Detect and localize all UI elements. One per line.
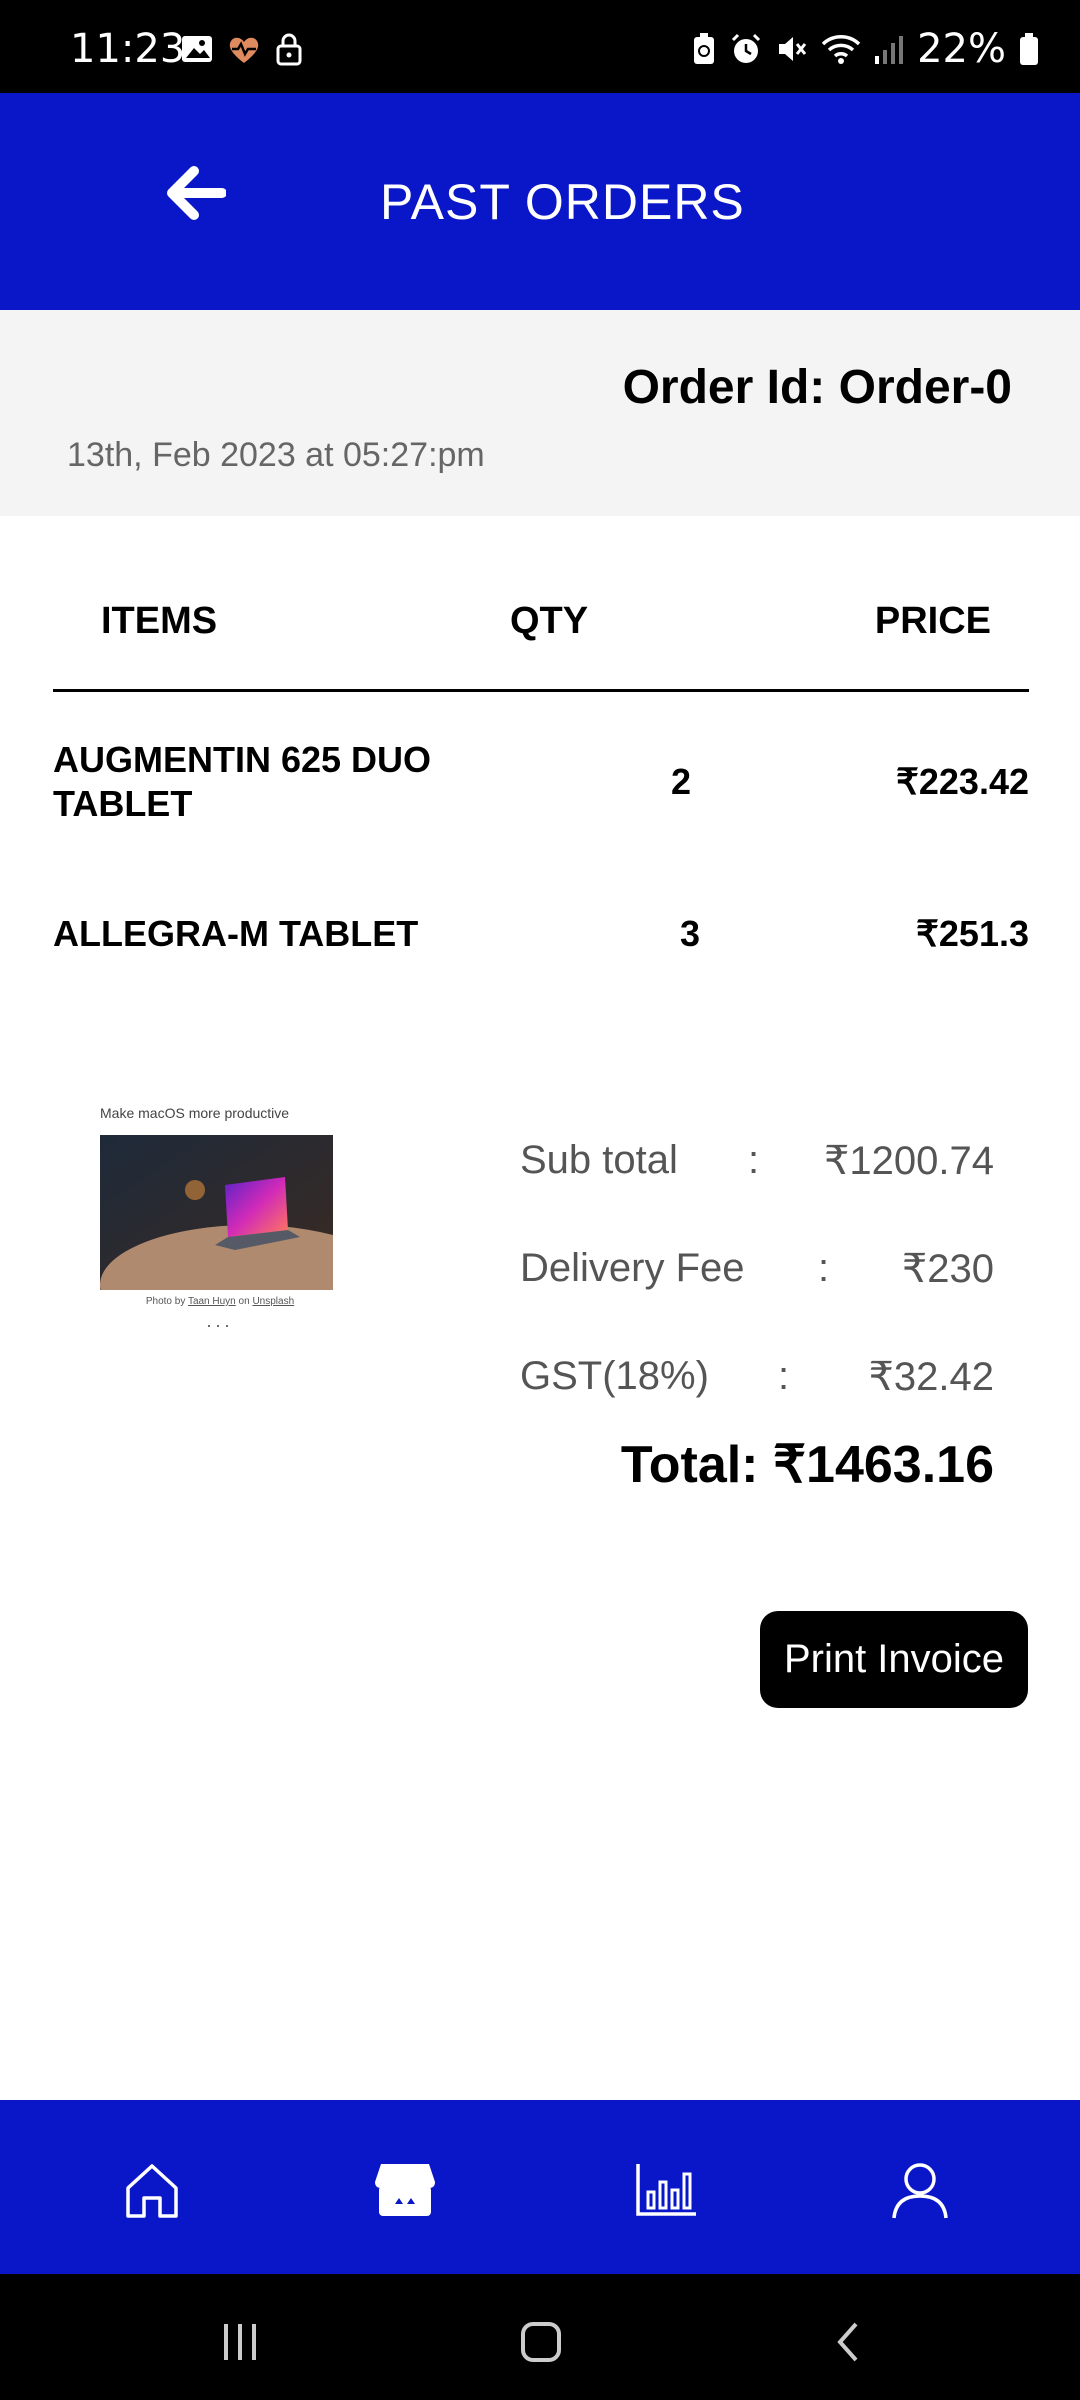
nav-home[interactable] (117, 2155, 187, 2225)
subtotal-colon: : (748, 1138, 760, 1182)
home-icon (126, 2164, 178, 2218)
ad-photo (100, 1135, 333, 1290)
ad-caption-author-link[interactable]: Taan Huyn (188, 1296, 236, 1307)
back-button[interactable] (155, 153, 235, 233)
nav-store[interactable] (370, 2155, 440, 2225)
wifi-icon (821, 35, 861, 64)
profile-icon (892, 2163, 948, 2219)
heart-rate-icon (229, 37, 259, 63)
order-header: Order Id: Order-0 13th, Feb 2023 at 05:2… (0, 310, 1080, 516)
system-nav-bar (0, 2274, 1080, 2400)
ad-title: Make macOS more productive (100, 1105, 290, 1121)
app-bar: PAST ORDERS (0, 93, 1080, 310)
order-id: Order Id: Order-0 (622, 361, 1012, 414)
battery-percent: 22% (917, 26, 1006, 72)
home-system-icon (521, 2322, 561, 2362)
battery-icon (1020, 33, 1038, 65)
ad-caption: Photo by Taan Huyn on Unsplash (100, 1296, 340, 1307)
page-title: PAST ORDERS (380, 174, 745, 230)
column-header-qty: QTY (510, 600, 589, 642)
recent-apps-icon (224, 2324, 256, 2360)
item-name-line: AUGMENTIN 625 DUO (53, 739, 432, 780)
status-right-icons: 22% (691, 26, 1040, 72)
delivery-fee-colon: : (818, 1246, 830, 1290)
ad-caption-site-link[interactable]: Unsplash (252, 1296, 294, 1307)
nav-profile[interactable] (885, 2155, 955, 2225)
order-date: 13th, Feb 2023 at 05:27:pm (67, 436, 485, 474)
nav-analytics[interactable] (632, 2155, 702, 2225)
gst-colon: : (778, 1354, 790, 1398)
image-icon (182, 36, 212, 62)
status-bar: 11:23 22% (0, 0, 1080, 93)
home-system-button[interactable] (511, 2312, 571, 2372)
delivery-fee-value: ₹230 (901, 1247, 994, 1291)
ad-caption-on: on (238, 1296, 250, 1307)
item-qty: 2 (670, 761, 692, 802)
status-left-icons (180, 32, 304, 66)
back-system-button[interactable] (818, 2312, 878, 2372)
subtotal-value: ₹1200.74 (823, 1139, 994, 1183)
signal-icon (875, 36, 904, 64)
lock-icon (276, 33, 302, 66)
column-header-price: PRICE (874, 600, 991, 642)
item-name: ALLEGRA-M TABLET (53, 912, 473, 956)
item-price: ₹223.42 (895, 761, 1029, 802)
bottom-nav (0, 2100, 1080, 2274)
ad-more-dots[interactable]: ... (100, 1311, 340, 1332)
status-time: 11:23 (70, 26, 186, 72)
ad-banner[interactable]: Make macOS more productive Photo by Taan… (100, 1105, 340, 1365)
chart-icon (636, 2164, 696, 2216)
item-name-line: TABLET (53, 783, 193, 824)
item-name-line: ALLEGRA-M TABLET (53, 913, 419, 954)
item-name: AUGMENTIN 625 DUO TABLET (53, 738, 473, 826)
table-header: ITEMS QTY PRICE (53, 580, 1029, 692)
column-header-items: ITEMS (101, 600, 218, 642)
mute-icon (779, 37, 807, 61)
table-row: AUGMENTIN 625 DUO TABLET 2 ₹223.42 (53, 738, 1029, 828)
store-icon (375, 2164, 435, 2216)
subtotal-label: Sub total (520, 1138, 678, 1182)
print-invoice-button[interactable]: Print Invoice (760, 1611, 1028, 1708)
battery-saver-icon (694, 33, 715, 64)
alarm-icon (732, 33, 761, 63)
order-total: Total: ₹1463.16 (620, 1436, 994, 1494)
recent-apps-button[interactable] (210, 2312, 270, 2372)
item-price: ₹251.3 (916, 913, 1029, 954)
laptop-photo-image (100, 1135, 333, 1290)
item-qty: 3 (679, 913, 701, 954)
table-row: ALLEGRA-M TABLET 3 ₹251.3 (53, 912, 1029, 962)
ad-caption-prefix: Photo by (145, 1296, 186, 1307)
delivery-fee-label: Delivery Fee (520, 1246, 745, 1290)
arrow-left-icon (167, 166, 226, 220)
gst-value: ₹32.42 (868, 1355, 994, 1399)
gst-label: GST(18%) (520, 1354, 709, 1398)
back-system-icon (837, 2322, 858, 2362)
